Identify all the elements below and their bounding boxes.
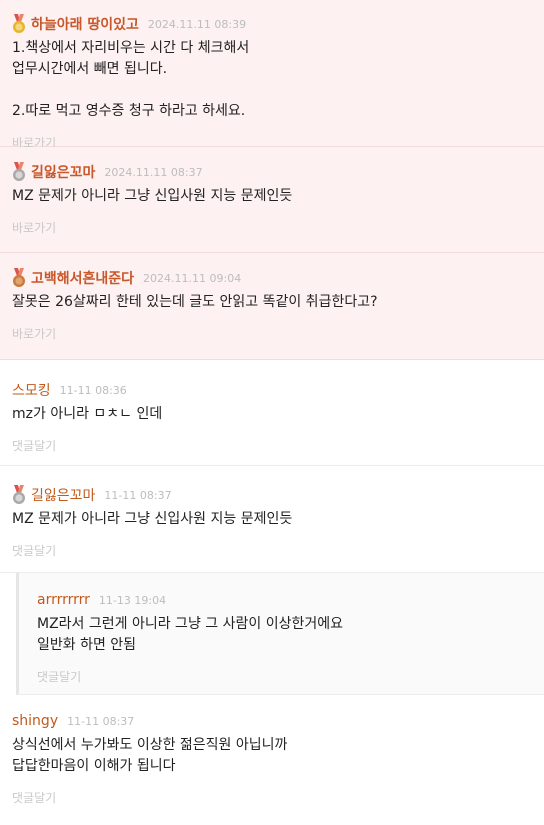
comment-body: 1.책상에서 자리비우는 시간 다 체크해서 업무시간에서 빼면 됩니다. 2.…: [12, 40, 250, 119]
reply-link[interactable]: 댓글달기: [12, 789, 56, 806]
comment-list: 하늘아래 땅이있고 2024.11.11 08:39 1.책상에서 자리비우는 …: [0, 0, 544, 817]
silver-medal-icon: [13, 485, 25, 504]
best-comment: 하늘아래 땅이있고 2024.11.11 08:39 1.책상에서 자리비우는 …: [0, 0, 544, 150]
comment: shingy 11-11 08:37 상식선에서 누가봐도 이상한 젊은직원 아…: [0, 695, 544, 817]
comment-body: 잘못은 26살짜리 한테 있는데 글도 안읽고 똑같이 취급한다고?: [12, 294, 378, 310]
reply-link[interactable]: 댓글달기: [12, 437, 56, 454]
comment-date: 11-11 08:37: [104, 488, 172, 502]
gold-medal-icon: [13, 14, 25, 33]
comment-header: 스모킹 11-11 08:36: [12, 380, 532, 400]
comment-author[interactable]: shingy: [12, 713, 58, 729]
comment-date: 11-11 08:37: [67, 714, 135, 728]
comment-header: arrrrrrrr 11-13 19:04: [37, 590, 532, 610]
reply-comment: arrrrrrrr 11-13 19:04 MZ라서 그런게 아니라 그냥 그 …: [16, 573, 544, 695]
comment-author[interactable]: 길잃은꼬마: [31, 485, 95, 505]
comment-body: MZ 문제가 아니라 그냥 신입사원 지능 문제인듯: [12, 188, 293, 204]
comment-header: 고백해서혼내준다 2024.11.11 09:04: [12, 268, 532, 288]
comment-author[interactable]: 길잃은꼬마: [31, 162, 95, 182]
comment-header: shingy 11-11 08:37: [12, 711, 532, 731]
best-comment: 고백해서혼내준다 2024.11.11 09:04 잘못은 26살짜리 한테 있…: [0, 253, 544, 360]
silver-medal-icon: [13, 162, 25, 181]
reply-link[interactable]: 댓글달기: [37, 668, 81, 685]
comment-author[interactable]: 스모킹: [12, 380, 51, 400]
comment-body: MZ 문제가 아니라 그냥 신입사원 지능 문제인듯: [12, 511, 293, 527]
comment-body: MZ라서 그런게 아니라 그냥 그 사람이 이상한거에요 일반화 하면 안됨: [37, 616, 343, 653]
comment-author[interactable]: arrrrrrrr: [37, 592, 90, 608]
comment-header: 길잃은꼬마 2024.11.11 08:37: [12, 162, 532, 182]
bronze-medal-icon: [13, 268, 25, 287]
comment-header: 하늘아래 땅이있고 2024.11.11 08:39: [12, 14, 532, 34]
comment-date: 2024.11.11 08:39: [147, 17, 247, 31]
comment-author[interactable]: 고백해서혼내준다: [31, 268, 134, 288]
goto-link[interactable]: 바로가기: [12, 219, 56, 236]
comment-body: mz가 아니라 ㅁㅊㄴ 인데: [12, 406, 163, 422]
comment-body: 상식선에서 누가봐도 이상한 젊은직원 아닙니까 답답한마음이 이해가 됩니다: [12, 737, 288, 774]
reply-link[interactable]: 댓글달기: [12, 542, 56, 559]
comment: 길잃은꼬마 11-11 08:37 MZ 문제가 아니라 그냥 신입사원 지능 …: [0, 466, 544, 573]
comment-author[interactable]: 하늘아래 땅이있고: [31, 14, 139, 34]
comment: 스모킹 11-11 08:36 mz가 아니라 ㅁㅊㄴ 인데 댓글달기: [0, 360, 544, 466]
comment-date: 2024.11.11 09:04: [143, 271, 242, 285]
comment-date: 11-11 08:36: [59, 383, 127, 397]
comment-header: 길잃은꼬마 11-11 08:37: [12, 485, 532, 505]
best-comment: 길잃은꼬마 2024.11.11 08:37 MZ 문제가 아니라 그냥 신입사…: [0, 147, 544, 253]
comment-date: 2024.11.11 08:37: [104, 165, 203, 179]
comment-date: 11-13 19:04: [98, 593, 167, 607]
goto-link[interactable]: 바로가기: [12, 325, 56, 342]
